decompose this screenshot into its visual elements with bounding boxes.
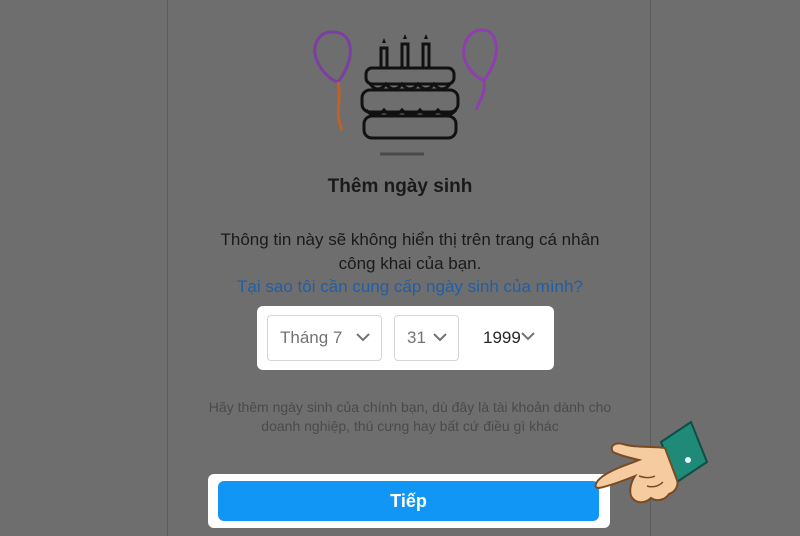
birthday-note: Hãy thêm ngày sinh của chính bạn, dù đây… bbox=[208, 399, 612, 434]
birthday-cake-balloons-icon bbox=[313, 28, 498, 156]
birthday-selector: Tháng 7 31 1999 bbox=[257, 306, 554, 370]
day-select[interactable]: 31 bbox=[394, 315, 459, 361]
pointing-hand-icon bbox=[594, 420, 709, 504]
chevron-down-icon bbox=[521, 332, 535, 341]
dialog-left-edge bbox=[167, 0, 168, 536]
next-button[interactable]: Tiếp bbox=[218, 481, 599, 521]
month-value: Tháng 7 bbox=[280, 328, 343, 347]
day-value: 31 bbox=[407, 328, 426, 347]
month-select[interactable]: Tháng 7 bbox=[267, 315, 382, 361]
description-text: Thông tin này sẽ không hiển thị trên tra… bbox=[220, 230, 600, 273]
year-select[interactable]: 1999 bbox=[471, 315, 546, 361]
why-birthday-link[interactable]: Tại sao tôi cần cung cấp ngày sinh của m… bbox=[0, 277, 800, 297]
next-button-highlight: Tiếp bbox=[208, 474, 610, 528]
year-value: 1999 bbox=[483, 328, 521, 347]
page-title: Thêm ngày sinh bbox=[327, 176, 473, 197]
chevron-down-icon bbox=[433, 333, 447, 342]
chevron-down-icon bbox=[356, 333, 370, 342]
